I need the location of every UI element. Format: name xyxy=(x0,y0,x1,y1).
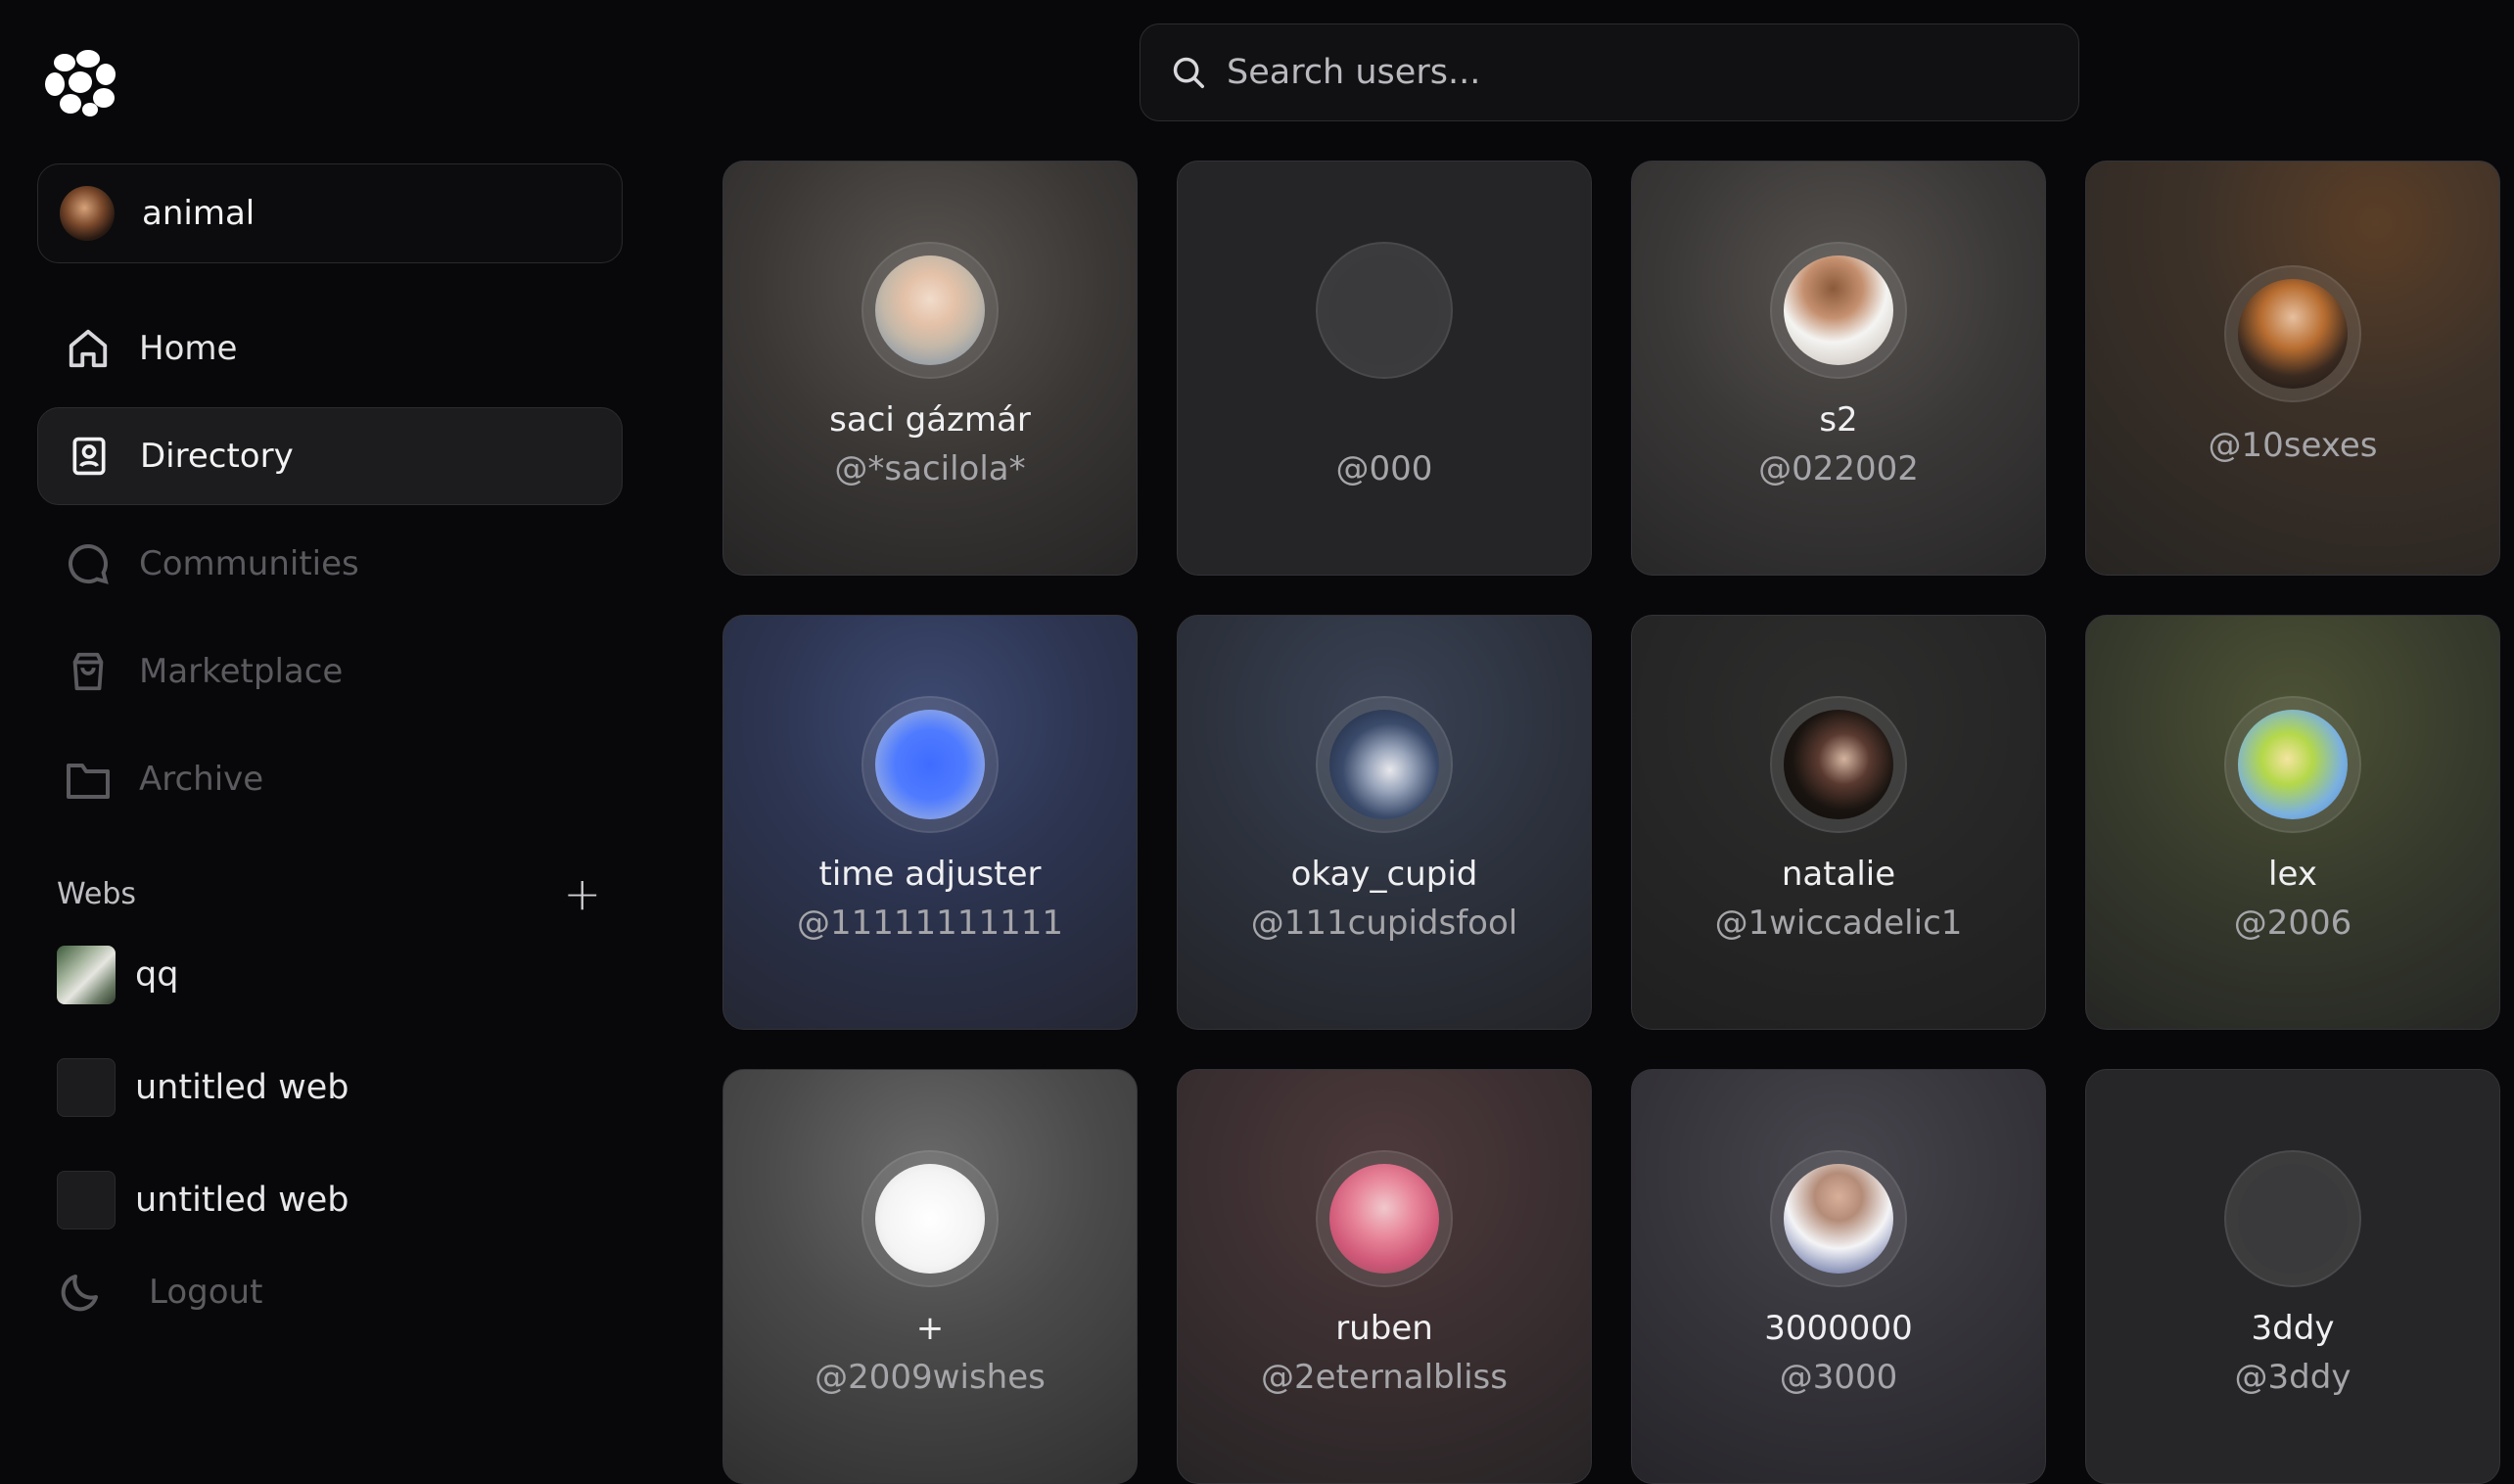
user-card[interactable]: + @2009wishes xyxy=(722,1069,1138,1484)
account-switcher[interactable]: animal xyxy=(37,163,623,263)
avatar-image xyxy=(875,255,985,365)
sidebar-item-home[interactable]: Home xyxy=(37,300,623,397)
avatar-image xyxy=(1784,255,1893,365)
home-icon xyxy=(65,325,112,372)
user-card[interactable]: okay_cupid @111cupidsfool xyxy=(1177,615,1592,1030)
user-display-name: okay_cupid xyxy=(1290,855,1478,894)
folder-icon xyxy=(65,756,112,803)
user-handle: @022002 xyxy=(1758,449,1919,488)
user-handle: @000 xyxy=(1335,449,1433,488)
user-display-name: + xyxy=(915,1309,945,1348)
avatar xyxy=(1316,696,1453,833)
chat-bubble-icon xyxy=(65,540,112,587)
search-bar[interactable] xyxy=(1140,23,2079,121)
user-card[interactable]: time adjuster @11111111111 xyxy=(722,615,1138,1030)
sidebar-item-label: Directory xyxy=(140,437,294,476)
avatar xyxy=(2224,265,2361,402)
sidebar-item-directory[interactable]: Directory xyxy=(37,407,623,505)
sidebar: animal Home Directory Communities Market… xyxy=(0,0,666,1398)
avatar xyxy=(2224,696,2361,833)
avatar xyxy=(2224,1150,2361,1287)
avatar-image xyxy=(875,710,985,819)
user-display-name: ruben xyxy=(1335,1309,1433,1348)
web-thumbnail xyxy=(57,1171,116,1229)
user-handle: @1wiccadelic1 xyxy=(1714,904,1963,943)
add-web-button[interactable]: + xyxy=(563,871,601,916)
web-item-label: qq xyxy=(135,955,179,995)
user-handle: @2eternalbliss xyxy=(1261,1358,1508,1397)
user-display-name: 3000000 xyxy=(1764,1309,1913,1348)
user-handle: @*sacilola* xyxy=(834,449,1026,488)
user-handle: @3ddy xyxy=(2234,1358,2351,1397)
logout-button[interactable]: Logout xyxy=(57,1269,262,1316)
avatar-image xyxy=(2238,710,2348,819)
user-handle: @10sexes xyxy=(2208,426,2378,465)
web-item-qq[interactable]: qq xyxy=(57,946,178,1004)
avatar-image xyxy=(1784,1164,1893,1274)
contact-book-icon xyxy=(66,433,113,480)
avatar xyxy=(861,242,999,379)
web-thumbnail xyxy=(57,946,116,1004)
webs-section-title: Webs xyxy=(57,876,137,911)
avatar-image xyxy=(1329,1164,1439,1274)
shopping-bag-icon xyxy=(65,648,112,695)
web-thumbnail xyxy=(57,1058,116,1117)
avatar xyxy=(1770,1150,1907,1287)
sidebar-item-label: Archive xyxy=(139,760,264,799)
avatar xyxy=(861,696,999,833)
avatar xyxy=(1770,696,1907,833)
user-card[interactable]: s2 @022002 xyxy=(1631,161,2046,576)
web-item-label: untitled web xyxy=(135,1068,349,1107)
web-item-label: untitled web xyxy=(135,1181,349,1220)
user-display-name: natalie xyxy=(1781,855,1896,894)
webs-section-header: Webs + xyxy=(57,871,601,916)
avatar-image xyxy=(2238,1164,2348,1274)
app-logo-icon[interactable] xyxy=(43,47,117,117)
user-handle: @2006 xyxy=(2233,904,2352,943)
user-display-name: lex xyxy=(2268,855,2317,894)
user-handle: @11111111111 xyxy=(797,904,1063,943)
avatar-image xyxy=(1329,710,1439,819)
sidebar-item-label: Home xyxy=(139,329,238,368)
avatar xyxy=(60,186,115,241)
avatar xyxy=(1316,1150,1453,1287)
user-card[interactable]: 3000000 @3000 xyxy=(1631,1069,2046,1484)
user-display-name: s2 xyxy=(1819,400,1858,440)
avatar xyxy=(1770,242,1907,379)
user-handle: @2009wishes xyxy=(815,1358,1046,1397)
user-display-name: saci gázmár xyxy=(829,400,1031,440)
avatar-image xyxy=(875,1164,985,1274)
sidebar-item-archive[interactable]: Archive xyxy=(37,730,623,828)
avatar-image xyxy=(1784,710,1893,819)
avatar-image xyxy=(2238,279,2348,389)
avatar xyxy=(1316,242,1453,379)
user-display-name: time adjuster xyxy=(818,855,1042,894)
user-handle: @3000 xyxy=(1779,1358,1898,1397)
user-card[interactable]: lex @2006 xyxy=(2085,615,2500,1030)
user-card[interactable]: natalie @1wiccadelic1 xyxy=(1631,615,2046,1030)
web-item-untitled-1[interactable]: untitled web xyxy=(57,1058,349,1117)
sidebar-item-marketplace[interactable]: Marketplace xyxy=(37,623,623,720)
logout-label: Logout xyxy=(149,1273,263,1312)
user-card[interactable]: @10sexes xyxy=(2085,161,2500,576)
account-name: animal xyxy=(142,194,256,233)
search-icon xyxy=(1170,53,1209,92)
sidebar-item-label: Marketplace xyxy=(139,652,344,691)
sidebar-item-communities[interactable]: Communities xyxy=(37,515,623,613)
user-handle: @111cupidsfool xyxy=(1250,904,1518,943)
search-input[interactable] xyxy=(1225,52,2031,93)
user-display-name: 3ddy xyxy=(2251,1309,2335,1348)
user-card[interactable]: ruben @2eternalbliss xyxy=(1177,1069,1592,1484)
user-card[interactable]: 3ddy @3ddy xyxy=(2085,1069,2500,1484)
moon-icon xyxy=(61,1275,98,1312)
avatar xyxy=(861,1150,999,1287)
web-item-untitled-2[interactable]: untitled web xyxy=(57,1171,349,1229)
sidebar-item-label: Communities xyxy=(139,544,359,583)
user-card[interactable]: saci gázmár @*sacilola* xyxy=(722,161,1138,576)
avatar-image xyxy=(1329,255,1439,365)
user-card[interactable]: @000 xyxy=(1177,161,1592,576)
